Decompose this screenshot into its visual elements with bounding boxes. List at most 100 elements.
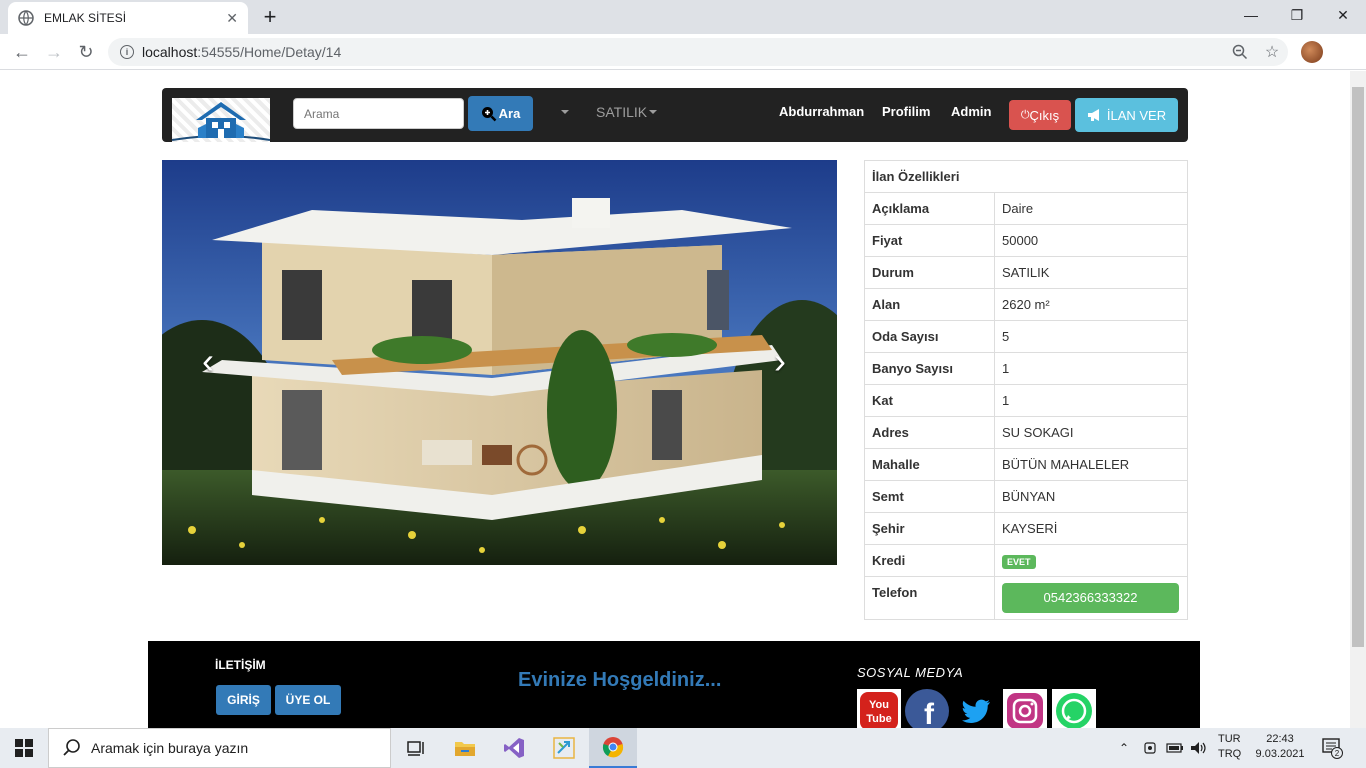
prop-key: Banyo Sayısı — [864, 352, 995, 385]
site-logo[interactable] — [172, 98, 270, 142]
page-scrollbar[interactable] — [1350, 71, 1366, 728]
close-tab-icon[interactable]: ✕ — [226, 10, 238, 27]
prop-key: Kredi — [864, 544, 995, 577]
twitter-icon[interactable] — [954, 689, 998, 728]
chevron-down-icon — [649, 110, 658, 114]
battery-icon[interactable] — [1166, 728, 1184, 768]
search-input[interactable] — [293, 98, 464, 129]
minimize-icon[interactable]: — — [1228, 0, 1274, 30]
input-language[interactable]: TUR TRQ — [1218, 732, 1241, 762]
prop-value: BÜTÜN MAHALELER — [994, 448, 1188, 481]
battery-saver-icon[interactable] — [1143, 728, 1157, 768]
keyboard-layout: TRQ — [1218, 748, 1242, 760]
zoom-in-icon — [481, 106, 497, 121]
prop-value: 5 — [994, 320, 1188, 353]
forward-icon[interactable]: → — [42, 40, 66, 64]
prop-value: Daire — [994, 192, 1188, 225]
category-dropdown-label: SATILIK — [596, 104, 648, 120]
prop-value: 50000 — [994, 224, 1188, 257]
site-navbar: Ara SATILIK Abdurrahman Profilim Admin ⏻… — [162, 88, 1188, 142]
url-path: :54555/Home/Detay/14 — [197, 44, 342, 60]
taskbar-search[interactable]: Aramak için buraya yazın — [48, 728, 391, 768]
property-photo-carousel[interactable]: ‹ › — [162, 160, 837, 565]
table-header-row: İlan Özellikleri — [864, 160, 1188, 193]
dropdown-caret-icon[interactable] — [561, 110, 569, 114]
prop-value: EVET — [994, 544, 1188, 577]
prop-key: Açıklama — [864, 192, 995, 225]
prop-key: Oda Sayısı — [864, 320, 995, 353]
youtube-icon[interactable]: You Tube — [857, 689, 901, 728]
facebook-icon[interactable]: f — [905, 689, 949, 728]
visual-studio-icon[interactable] — [490, 728, 538, 768]
table-header: İlan Özellikleri — [864, 160, 1188, 193]
chrome-icon[interactable] — [589, 728, 637, 768]
file-explorer-icon[interactable] — [441, 728, 489, 768]
whatsapp-icon[interactable] — [1052, 689, 1096, 728]
prop-key: Şehir — [864, 512, 995, 545]
profile-avatar[interactable] — [1301, 41, 1323, 63]
prop-value: SU SOKAGI — [994, 416, 1188, 449]
prop-value: 1 — [994, 384, 1188, 417]
address-toolbar: ← → ↻ i localhost:54555/Home/Detay/14 ☆ — [0, 34, 1366, 70]
prop-key: Kat — [864, 384, 995, 417]
design-tool-icon[interactable] — [540, 728, 588, 768]
social-title: SOSYAL MEDYA — [857, 665, 964, 680]
logout-button[interactable]: ⏻ Çıkış — [1009, 100, 1071, 130]
prop-value: BÜNYAN — [994, 480, 1188, 513]
prop-key: Alan — [864, 288, 995, 321]
close-window-icon[interactable]: ✕ — [1320, 0, 1366, 30]
megaphone-icon — [1087, 109, 1099, 121]
table-row: Oda Sayısı 5 — [864, 320, 1188, 353]
prop-value: 2620 m² — [994, 288, 1188, 321]
url-bar[interactable]: i localhost:54555/Home/Detay/14 — [108, 38, 1288, 66]
table-row: Adres SU SOKAGI — [864, 416, 1188, 449]
login-button[interactable]: GİRİŞ — [216, 685, 271, 715]
phone-button[interactable]: 0542366333322 — [1002, 583, 1179, 613]
tray-chevron-up-icon[interactable]: ⌃ — [1119, 728, 1129, 768]
task-view-icon[interactable] — [392, 728, 440, 768]
nav-user-link[interactable]: Abdurrahman — [779, 104, 864, 119]
page-content: Ara SATILIK Abdurrahman Profilim Admin ⏻… — [0, 71, 1350, 728]
windows-taskbar: Aramak için buraya yazın ⌃ TUR TRQ 22:43… — [0, 728, 1366, 768]
table-row: Semt BÜNYAN — [864, 480, 1188, 513]
svg-text:You: You — [869, 699, 889, 711]
instagram-icon[interactable] — [1003, 689, 1047, 728]
register-button[interactable]: ÜYE OL — [275, 685, 341, 715]
prop-key: Adres — [864, 416, 995, 449]
maximize-icon[interactable]: ❐ — [1274, 0, 1320, 30]
prop-value: 1 — [994, 352, 1188, 385]
new-tab-icon[interactable]: + — [258, 4, 282, 30]
bookmark-star-icon[interactable]: ☆ — [1260, 40, 1284, 64]
carousel-next-icon[interactable]: › — [774, 340, 786, 382]
zoom-icon[interactable] — [1228, 40, 1252, 64]
table-row: Alan 2620 m² — [864, 288, 1188, 321]
prop-value: 0542366333322 — [994, 576, 1188, 620]
reload-icon[interactable]: ↻ — [74, 40, 98, 64]
back-icon[interactable]: ← — [10, 40, 34, 64]
prop-key: Durum — [864, 256, 995, 289]
taskbar-clock[interactable]: 22:43 9.03.2021 — [1250, 732, 1310, 762]
volume-icon[interactable] — [1190, 728, 1208, 768]
search-button[interactable]: Ara — [468, 96, 533, 131]
prop-key: Semt — [864, 480, 995, 513]
notification-count: 2 — [1335, 749, 1340, 758]
windows-start-icon[interactable] — [0, 728, 48, 768]
property-details-table: İlan Özellikleri Açıklama Daire Fiyat 5000… — [864, 160, 1188, 620]
browser-tabbar: EMLAK SİTESİ ✕ + — ❐ ✕ — [0, 0, 1366, 34]
carousel-prev-icon[interactable]: ‹ — [202, 340, 214, 382]
notification-icon[interactable]: 2 — [1322, 728, 1344, 768]
clock-date: 9.03.2021 — [1255, 748, 1305, 760]
nav-admin-link[interactable]: Admin — [951, 104, 991, 119]
welcome-text: Evinize Hoşgeldiniz... — [518, 669, 722, 691]
prop-key: Fiyat — [864, 224, 995, 257]
info-icon[interactable]: i — [120, 45, 134, 59]
category-dropdown[interactable]: SATILIK — [596, 104, 658, 120]
table-row: Durum SATILIK — [864, 256, 1188, 289]
prop-value: KAYSERİ — [994, 512, 1188, 545]
post-ad-button[interactable]: İLAN VER — [1075, 98, 1178, 132]
scroll-thumb[interactable] — [1352, 87, 1364, 647]
table-row: Şehir KAYSERİ — [864, 512, 1188, 545]
nav-profile-link[interactable]: Profilim — [882, 104, 930, 119]
browser-tab[interactable]: EMLAK SİTESİ ✕ — [8, 2, 248, 34]
taskbar-search-placeholder: Aramak için buraya yazın — [91, 740, 249, 756]
